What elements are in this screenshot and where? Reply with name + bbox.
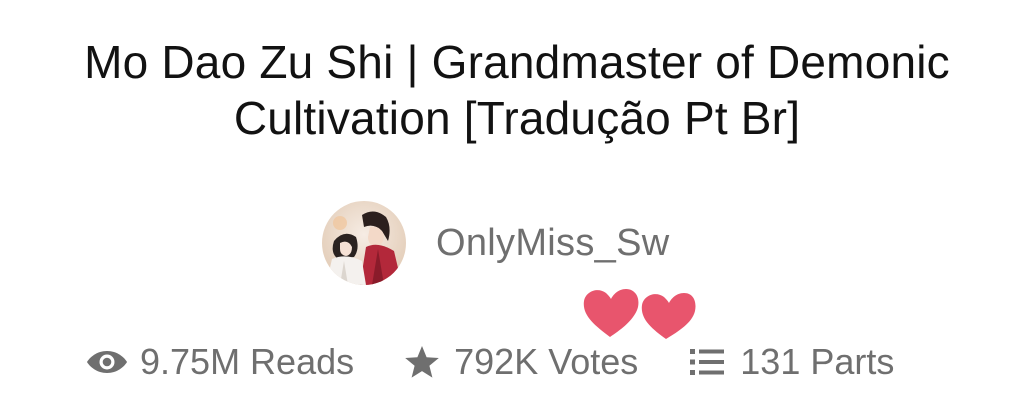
parts-stat: 131 Parts [690, 341, 894, 383]
story-stats: 9.75M Reads 792K Votes 131 Parts [86, 336, 894, 388]
story-title-line-1: Mo Dao Zu Shi | Grandmaster of Demonic [84, 36, 950, 88]
author-name[interactable]: OnlyMiss_Sw [436, 222, 669, 265]
story-title: Mo Dao Zu Shi | Grandmaster of Demonic C… [0, 34, 1034, 146]
parts-count: 131 Parts [740, 341, 895, 382]
story-title-line-2: Cultivation [Tradução Pt Br] [233, 92, 801, 144]
hearts-decoration [580, 283, 696, 341]
eye-icon [87, 351, 127, 373]
reads-stat: 9.75M Reads [86, 341, 354, 383]
reads-count: 9.75M Reads [140, 341, 355, 382]
avatar-illustration-icon [322, 201, 406, 285]
author-link[interactable]: OnlyMiss_Sw [322, 200, 669, 286]
list-icon [690, 349, 725, 375]
author-avatar[interactable] [322, 201, 406, 285]
hearts-icon [583, 289, 696, 339]
votes-count: 792K Votes [454, 341, 639, 382]
votes-stat: 792K Votes [404, 341, 638, 383]
star-icon [405, 346, 439, 378]
